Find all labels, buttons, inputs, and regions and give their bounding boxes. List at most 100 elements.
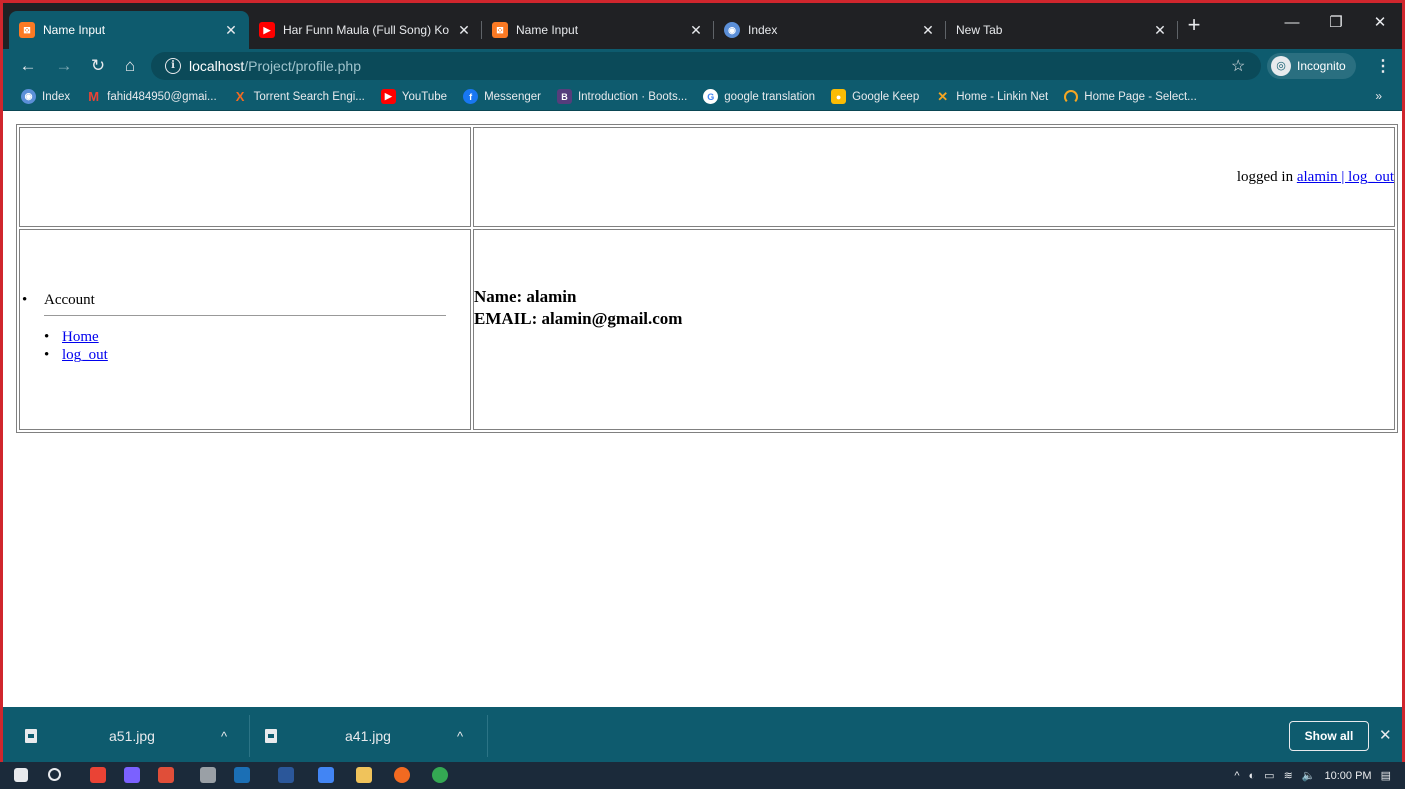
bookmark-index[interactable]: ◉ Index [21,89,70,104]
bookmark-youtube[interactable]: ▶ YouTube [380,89,448,104]
browser-window: ⊠ Name Input ✕ ▶ Har Funn Maula (Full So… [0,0,1405,789]
account-label: Account [44,291,95,308]
sidebar-cell: • Account Home log_out [19,229,471,430]
notification-icon[interactable]: ▤ [1381,769,1391,782]
file-explorer-icon[interactable] [356,767,372,783]
incognito-label: Incognito [1297,59,1346,73]
show-all-button[interactable]: Show all [1289,721,1369,751]
close-tab-icon[interactable]: ✕ [223,22,239,39]
file-icon [25,729,37,743]
facebook-icon: f [463,89,479,104]
tab-title: Name Input [43,23,106,37]
bookmark-messenger[interactable]: f Messenger [463,89,541,104]
gmail-icon[interactable] [90,767,106,783]
bookmarks-bar: ◉ Index Mfahid484950@gmai... X Torrent Sea… [3,83,1402,111]
bookmark-home-page[interactable]: Home Page - Select... [1064,89,1197,104]
youtube-icon: ▶ [380,89,396,104]
chevron-up-icon[interactable]: ^ [1234,770,1239,782]
close-tab-icon[interactable]: ✕ [456,22,472,39]
user-logout-link[interactable]: alamin | log_out [1297,169,1394,185]
tab-name-input-active[interactable]: ⊠ Name Input ✕ [9,11,249,49]
file-icon [265,729,277,743]
tab-list: ⊠ Name Input ✕ ▶ Har Funn Maula (Full So… [9,11,1178,49]
clock[interactable]: 10:00 PM [1325,770,1372,782]
site-info-icon[interactable]: i [165,58,181,74]
bookmark-linkin-net[interactable]: ✕ Home - Linkin Net [935,89,1048,104]
bookmark-google-keep[interactable]: ● Google Keep [831,89,919,104]
bootstrap-icon: B [556,89,572,104]
bookmark-label: Google Keep [852,90,920,103]
tab-new-tab[interactable]: New Tab ✕ [946,11,1178,49]
divider [249,715,250,757]
restore-icon[interactable]: ❐ [1314,3,1358,41]
chrome-icon[interactable] [394,767,410,783]
chevron-up-icon[interactable]: ^ [221,729,227,744]
battery-icon[interactable]: ▭ [1264,769,1274,782]
address-bar[interactable]: i localhost /Project/profile.php [151,52,1261,80]
home-link[interactable]: Home [62,329,99,345]
search-icon[interactable] [48,768,61,781]
close-downloads-icon[interactable]: ✕ [1379,726,1392,744]
new-tab-button[interactable]: + [1179,11,1209,41]
download-item-a41[interactable]: a41.jpg ^ [265,707,485,765]
back-icon[interactable]: ← [15,53,41,79]
download-filename: a41.jpg [345,728,391,744]
close-tab-icon[interactable]: ✕ [1152,22,1168,39]
divider [44,314,446,316]
close-window-icon[interactable]: ✕ [1358,3,1402,41]
reload-icon[interactable]: ↻ [85,53,111,79]
bookmark-label: Introduction · Boots... [577,90,688,103]
tab-title: Index [748,23,778,37]
header-left-cell [19,127,471,227]
home-icon[interactable]: ⌂ [117,53,143,79]
menu-icon[interactable]: ⋮ [1375,56,1391,76]
tab-index[interactable]: ◉ Index ✕ [714,11,946,49]
downloads-bar: a51.jpg ^ a41.jpg ^ Show all ✕ [3,707,1402,765]
bookmark-gmail[interactable]: Mfahid484950@gmai... [86,89,217,104]
minimize-icon[interactable]: — [1270,3,1314,41]
bookmark-label: fahid484950@gmai... [107,90,217,103]
bookmark-label: Messenger [484,90,541,103]
close-tab-icon[interactable]: ✕ [688,22,704,39]
profile-name: Name: alamin [474,286,577,306]
tab-title: Har Funn Maula (Full Song) Ko [283,23,450,37]
app-icon[interactable] [234,767,250,783]
login-status-text: logged in [1236,168,1294,185]
forward-icon[interactable]: → [51,53,77,79]
network-icon[interactable]: ◐ [1249,770,1256,782]
docs-icon[interactable] [318,767,334,783]
chevron-up-icon[interactable]: ^ [457,729,463,744]
youtube-icon: ▶ [259,22,275,38]
bookmark-torrent[interactable]: X Torrent Search Engi... [233,89,365,104]
tab-name-input[interactable]: ⊠ Name Input ✕ [482,11,714,49]
loading-icon [1064,89,1079,104]
bullet: • [22,291,28,308]
bookmark-google-translation[interactable]: Ggoogle translation [703,89,815,104]
tab-youtube-song[interactable]: ▶ Har Funn Maula (Full Song) Ko ✕ [249,11,482,49]
incognito-icon: ◎ [1271,56,1291,76]
app-icon[interactable] [158,767,174,783]
download-item-a51[interactable]: a51.jpg ^ [25,707,245,765]
app-icon[interactable] [432,767,448,783]
windows-taskbar: ^ ◐ ▭ ≋ 🔈 10:00 PM ▤ [0,762,1405,789]
wifi-icon[interactable]: ≋ [1284,769,1293,782]
bookmark-bootstrap[interactable]: B Introduction · Boots... [556,89,688,104]
globe-icon: ◉ [724,22,740,38]
bookmark-star-icon[interactable]: ☆ [1231,56,1245,76]
windows-start-icon[interactable] [14,768,28,782]
volume-icon[interactable]: 🔈 [1302,769,1316,782]
header-right-cell: logged in alamin | log_out [473,127,1395,227]
bookmark-label: Index [42,90,71,103]
download-filename: a51.jpg [109,728,155,744]
bookmark-label: YouTube [401,90,448,103]
profile-cell: Name: alamin EMAIL: alamin@gmail.com [473,229,1395,430]
incognito-badge[interactable]: ◎ Incognito [1267,53,1356,79]
tab-title: New Tab [956,23,1003,37]
app-icon[interactable] [200,767,216,783]
tab-strip: ⊠ Name Input ✕ ▶ Har Funn Maula (Full So… [3,3,1402,49]
close-tab-icon[interactable]: ✕ [920,22,936,39]
app-icon[interactable] [124,767,140,783]
more-bookmarks-icon[interactable]: » [1375,89,1382,103]
word-icon[interactable] [278,767,294,783]
logout-link[interactable]: log_out [62,347,108,363]
